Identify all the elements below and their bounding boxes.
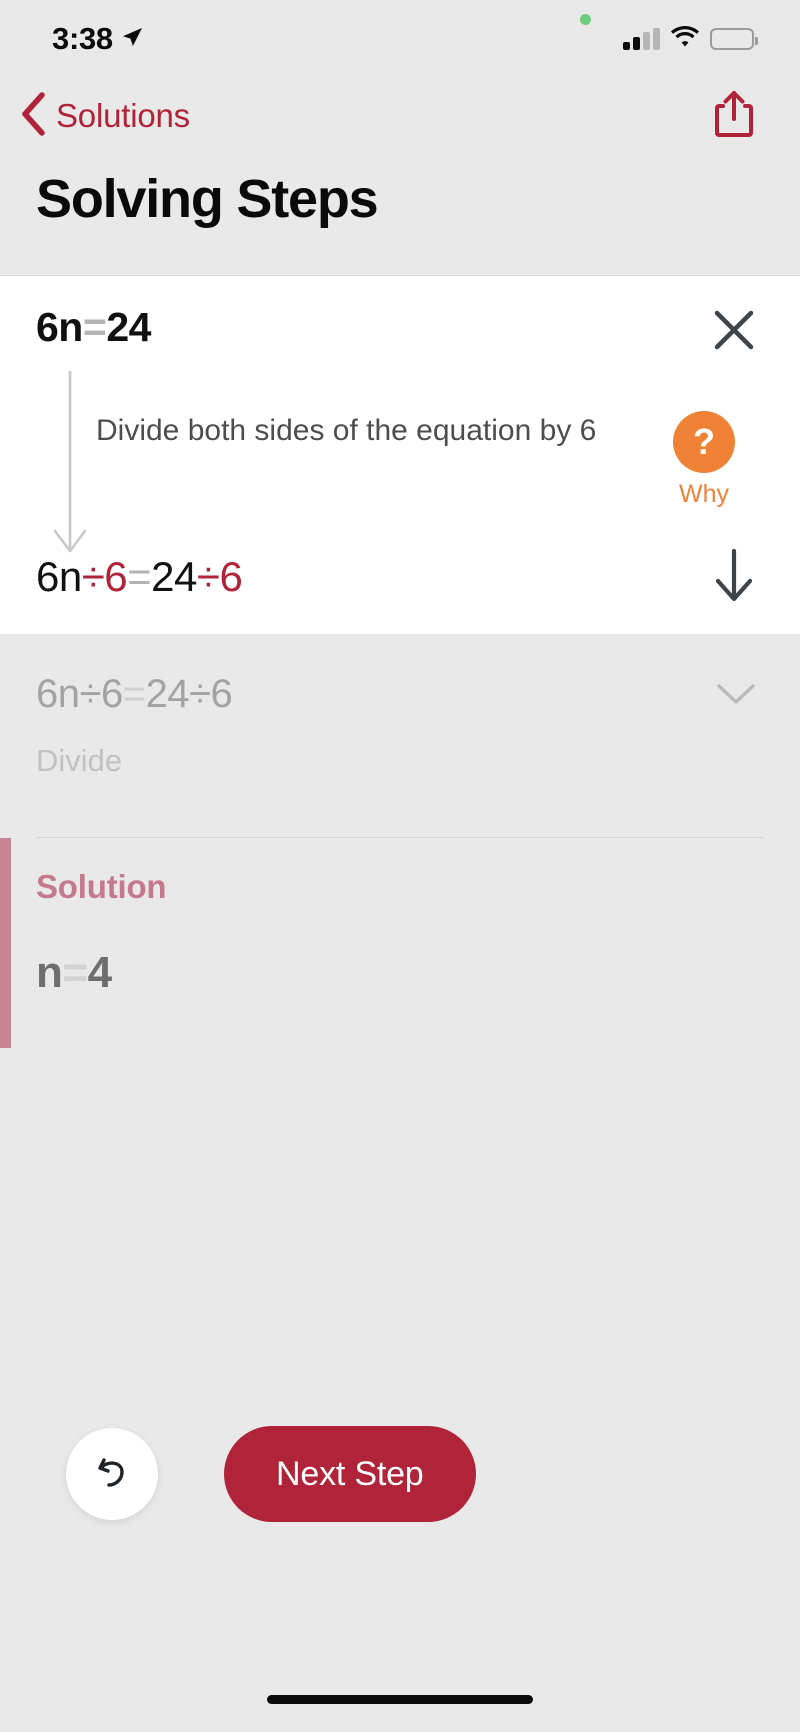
equation-equals: = <box>127 553 152 601</box>
chevron-down-icon <box>714 684 758 712</box>
navigation-bar: Solutions <box>0 78 800 154</box>
equation-part: 4 <box>87 948 112 997</box>
equation-part: ÷ <box>79 672 102 716</box>
equation-part: 6 <box>210 672 233 716</box>
solution-equation: n=4 <box>36 948 764 998</box>
question-mark-icon: ? <box>673 411 735 473</box>
chevron-left-icon <box>18 91 48 142</box>
undo-button[interactable] <box>66 1428 158 1520</box>
share-icon <box>712 90 756 143</box>
battery-icon <box>710 28 758 50</box>
equation-part: 6n <box>36 304 83 350</box>
status-indicators <box>623 25 758 53</box>
solution-accent-bar <box>0 838 11 1048</box>
active-step-header: 6n=24 <box>36 304 764 365</box>
wifi-icon <box>670 25 700 53</box>
cellular-signal-icon <box>623 28 660 50</box>
green-recording-dot <box>580 14 591 25</box>
explanation-text: Divide both sides of the equation by 6 <box>96 414 597 447</box>
home-indicator <box>267 1695 533 1704</box>
undo-icon <box>90 1450 134 1499</box>
explanation-block: Divide both sides of the equation by 6 ?… <box>36 367 764 557</box>
status-time: 3:38 <box>52 21 113 56</box>
equation-part: 24 <box>151 553 197 601</box>
equation-equals: = <box>122 672 146 716</box>
equation-equals: = <box>62 948 88 997</box>
status-bar: 3:38 <box>0 0 800 78</box>
arrow-down-icon <box>710 548 758 607</box>
equation-part: 24 <box>106 304 151 350</box>
status-time-group: 3:38 <box>52 21 144 57</box>
collapsed-step[interactable]: 6n÷6=24÷6 Divide <box>0 634 800 805</box>
solution-heading: Solution <box>36 868 167 905</box>
share-button[interactable] <box>712 89 756 144</box>
active-step-card: 6n=24 Divide both sides of the equation … <box>0 276 800 634</box>
active-step-result-row: 6n÷6=24÷6 <box>36 547 764 608</box>
close-button[interactable] <box>704 300 764 365</box>
active-step-result-equation: 6n÷6=24÷6 <box>36 553 243 601</box>
equation-equals: = <box>82 304 107 350</box>
equation-part: 6 <box>104 553 128 601</box>
equation-part: 6 <box>100 672 123 716</box>
equation-part: 6n <box>36 672 80 716</box>
collapsed-step-header: 6n÷6=24÷6 <box>36 672 758 717</box>
page-title: Solving Steps <box>36 169 379 229</box>
active-step-equation: 6n=24 <box>36 304 151 350</box>
close-icon <box>708 310 760 360</box>
collapsed-step-label: Divide <box>36 743 123 778</box>
back-button[interactable]: Solutions <box>18 91 190 142</box>
next-step-arrow-button[interactable] <box>710 547 764 608</box>
bottom-action-bar: Next Step <box>0 1426 800 1522</box>
location-arrow-icon <box>120 21 144 57</box>
next-step-button[interactable]: Next Step <box>224 1426 476 1522</box>
equation-part: ÷ <box>196 553 220 601</box>
equation-part: 24 <box>145 672 190 716</box>
flow-arrow-column <box>36 367 96 557</box>
equation-part: n <box>36 948 63 997</box>
why-button[interactable]: ? Why <box>656 367 752 509</box>
solution-section: Solution n=4 <box>0 838 800 1048</box>
why-label: Why <box>679 480 729 508</box>
equation-part: 6 <box>219 553 243 601</box>
collapsed-step-equation: 6n÷6=24÷6 <box>36 672 233 717</box>
expand-step-button[interactable] <box>714 672 758 713</box>
equation-part: ÷ <box>189 672 211 716</box>
back-button-label: Solutions <box>56 97 190 134</box>
app-screen: 3:38 Solutions Solving Steps 6n=24 Divid… <box>0 0 800 1732</box>
